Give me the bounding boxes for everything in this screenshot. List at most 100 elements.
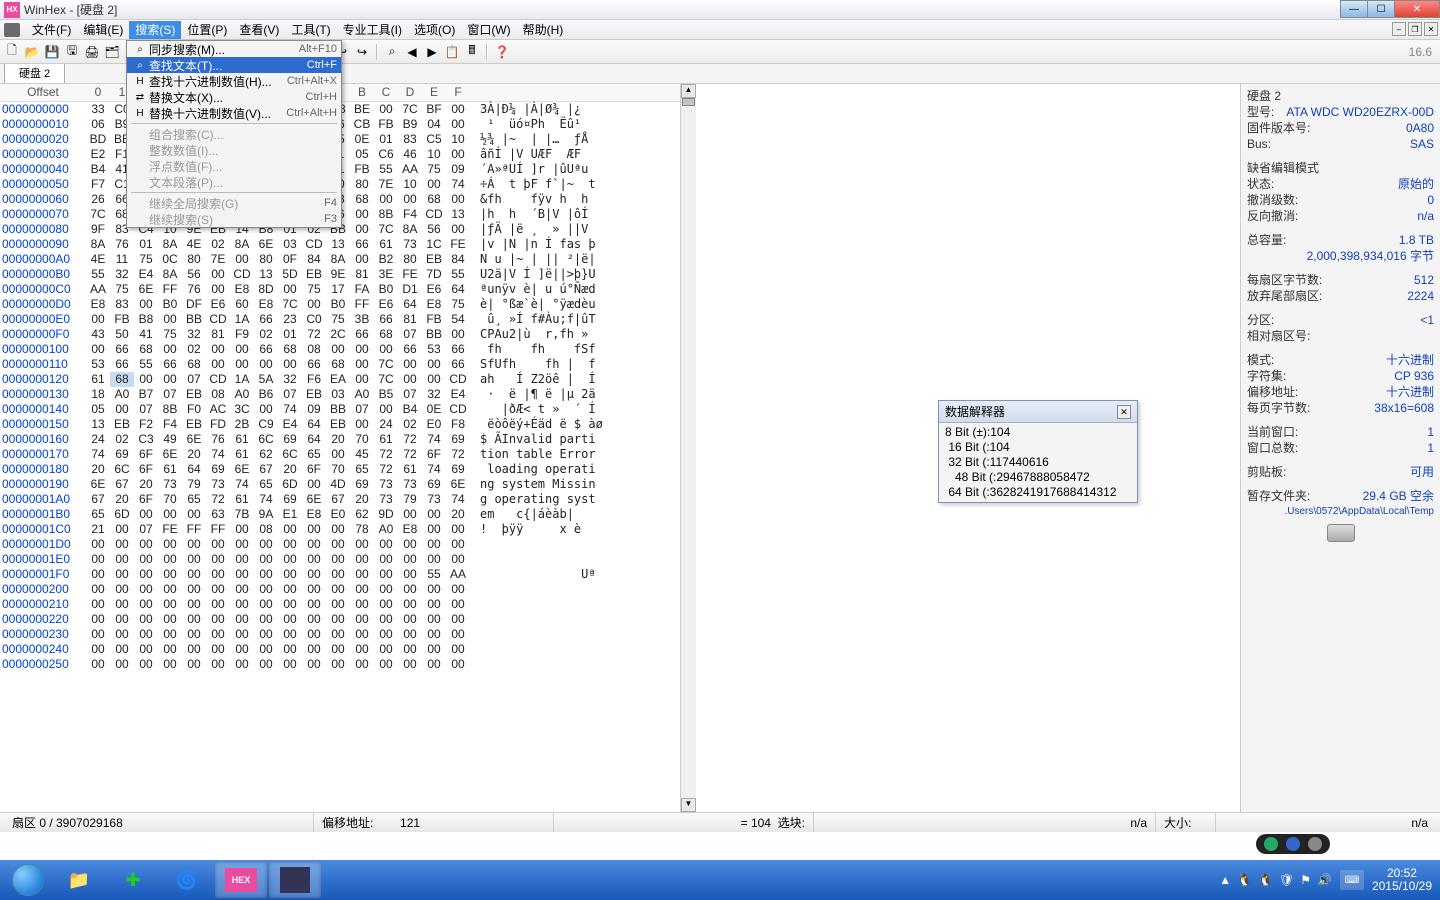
byte-cell[interactable]: 00 [374, 192, 398, 207]
byte-cell[interactable]: 00 [398, 642, 422, 657]
byte-cell[interactable]: 02 [254, 327, 278, 342]
byte-cell[interactable]: E8 [398, 522, 422, 537]
ascii-cell[interactable] [470, 612, 596, 627]
byte-cell[interactable]: 8A [158, 237, 182, 252]
hex-row[interactable]: 00000001400500078BF0AC3C007409BB0700B40E… [0, 402, 680, 417]
byte-cell[interactable]: 00 [398, 552, 422, 567]
byte-cell[interactable]: FE [446, 237, 470, 252]
byte-cell[interactable]: 54 [446, 312, 470, 327]
byte-cell[interactable]: 00 [230, 642, 254, 657]
byte-cell[interactable]: 55 [86, 267, 110, 282]
byte-cell[interactable]: FB [374, 117, 398, 132]
byte-cell[interactable]: 7C [278, 297, 302, 312]
byte-cell[interactable]: 00 [110, 402, 134, 417]
byte-cell[interactable]: 00 [278, 282, 302, 297]
byte-cell[interactable]: 00 [110, 612, 134, 627]
byte-cell[interactable]: 00 [398, 507, 422, 522]
byte-cell[interactable]: DF [182, 297, 206, 312]
byte-cell[interactable]: AA [398, 162, 422, 177]
ascii-cell[interactable] [470, 657, 596, 672]
byte-cell[interactable]: 00 [254, 597, 278, 612]
byte-cell[interactable]: 00 [134, 582, 158, 597]
hex-row[interactable]: 00000001F0000000000000000000000000000055… [0, 567, 680, 582]
byte-cell[interactable]: 00 [278, 597, 302, 612]
byte-cell[interactable]: FD [206, 417, 230, 432]
byte-cell[interactable]: 83 [110, 297, 134, 312]
byte-cell[interactable]: 00 [374, 102, 398, 117]
byte-cell[interactable]: 6E [182, 432, 206, 447]
byte-cell[interactable]: 75 [302, 282, 326, 297]
byte-cell[interactable]: 21 [86, 522, 110, 537]
byte-cell[interactable]: 00 [230, 597, 254, 612]
byte-cell[interactable]: 33 [86, 102, 110, 117]
byte-cell[interactable]: 00 [302, 642, 326, 657]
byte-cell[interactable]: A0 [350, 387, 374, 402]
byte-cell[interactable]: BD [86, 132, 110, 147]
byte-cell[interactable]: 23 [278, 312, 302, 327]
byte-cell[interactable]: 80 [350, 177, 374, 192]
byte-cell[interactable]: 00 [446, 597, 470, 612]
byte-cell[interactable]: FA [350, 282, 374, 297]
byte-cell[interactable]: 00 [158, 312, 182, 327]
byte-cell[interactable]: 7C [374, 372, 398, 387]
byte-cell[interactable]: 6F [134, 447, 158, 462]
byte-cell[interactable]: 00 [278, 612, 302, 627]
menu-4[interactable]: 查看(V) [233, 21, 285, 39]
byte-cell[interactable]: 32 [182, 327, 206, 342]
byte-cell[interactable]: 00 [158, 597, 182, 612]
byte-cell[interactable]: EB [182, 417, 206, 432]
byte-cell[interactable]: 00 [302, 477, 326, 492]
byte-cell[interactable]: FE [158, 522, 182, 537]
byte-cell[interactable]: 80 [254, 252, 278, 267]
byte-cell[interactable]: CD [206, 372, 230, 387]
byte-cell[interactable]: 61 [230, 447, 254, 462]
byte-cell[interactable]: 00 [326, 597, 350, 612]
byte-cell[interactable]: FF [350, 297, 374, 312]
byte-cell[interactable]: 00 [446, 612, 470, 627]
byte-cell[interactable]: 00 [254, 402, 278, 417]
byte-cell[interactable]: 20 [350, 492, 374, 507]
byte-cell[interactable]: F2 [134, 417, 158, 432]
byte-cell[interactable]: E2 [86, 147, 110, 162]
byte-cell[interactable]: 00 [254, 627, 278, 642]
byte-cell[interactable]: E6 [206, 297, 230, 312]
byte-cell[interactable]: 00 [86, 552, 110, 567]
interpreter-titlebar[interactable]: 数据解释器 ✕ [939, 401, 1137, 423]
byte-cell[interactable]: 6C [278, 447, 302, 462]
mdi-minimize[interactable]: – [1392, 22, 1406, 36]
byte-cell[interactable]: 74 [206, 447, 230, 462]
byte-cell[interactable]: F9 [230, 327, 254, 342]
ascii-cell[interactable]: SfUfh fh | f [470, 357, 596, 372]
byte-cell[interactable]: 68 [134, 342, 158, 357]
hex-row[interactable]: 00000001906E672073797374656D004D69737369… [0, 477, 680, 492]
byte-cell[interactable]: 00 [254, 567, 278, 582]
byte-cell[interactable]: 00 [86, 642, 110, 657]
byte-cell[interactable]: 61 [374, 432, 398, 447]
byte-cell[interactable]: 8A [86, 237, 110, 252]
byte-cell[interactable]: 6E [134, 282, 158, 297]
byte-cell[interactable]: EB [302, 387, 326, 402]
byte-cell[interactable]: 62 [254, 447, 278, 462]
byte-cell[interactable]: 00 [326, 537, 350, 552]
byte-cell[interactable]: AC [206, 402, 230, 417]
byte-cell[interactable]: C6 [374, 147, 398, 162]
byte-cell[interactable]: 55 [446, 267, 470, 282]
hex-row[interactable]: 00000000D0E88300B0DFE660E87C00B0FFE664E8… [0, 297, 680, 312]
hex-row[interactable]: 00000000F0435041753281F90201722C666807BB… [0, 327, 680, 342]
byte-cell[interactable]: 00 [350, 612, 374, 627]
byte-cell[interactable]: 00 [302, 297, 326, 312]
nav-first-icon[interactable]: ◀ [404, 44, 420, 60]
byte-cell[interactable]: 20 [446, 507, 470, 522]
byte-cell[interactable]: 00 [86, 582, 110, 597]
byte-cell[interactable]: F0 [182, 402, 206, 417]
taskbar-app-other[interactable] [269, 862, 321, 898]
byte-cell[interactable]: 66 [158, 357, 182, 372]
byte-cell[interactable]: CD [206, 312, 230, 327]
byte-cell[interactable]: 00 [446, 537, 470, 552]
byte-cell[interactable]: 00 [374, 342, 398, 357]
ascii-cell[interactable]: ah Í Z2öê | Í [470, 372, 596, 387]
minimize-button[interactable]: — [1340, 0, 1368, 18]
menu-8[interactable]: 窗口(W) [461, 21, 516, 39]
byte-cell[interactable]: 00 [302, 567, 326, 582]
byte-cell[interactable]: 00 [422, 582, 446, 597]
